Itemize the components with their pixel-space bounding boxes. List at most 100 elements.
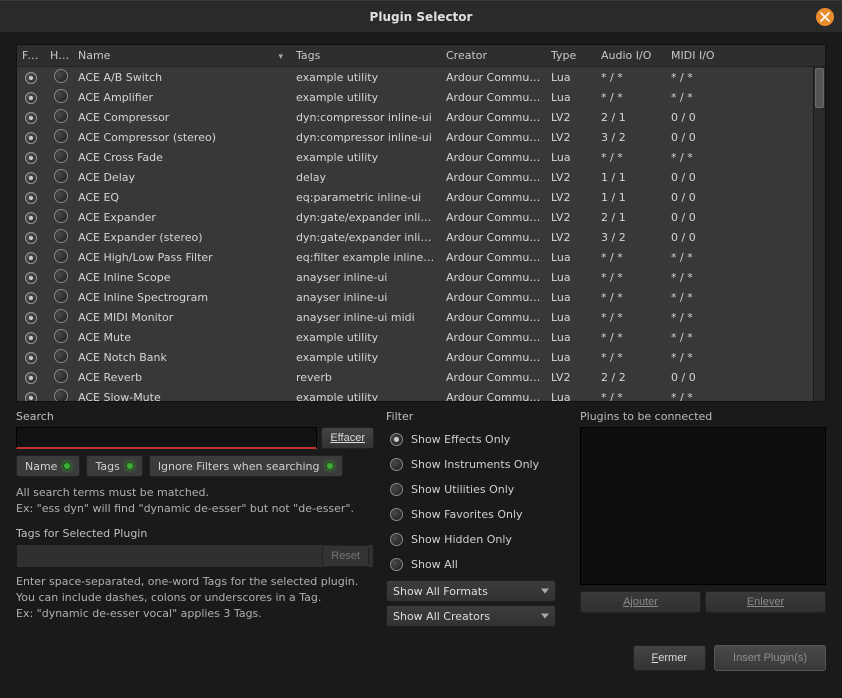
col-audio[interactable]: Audio I/O (596, 49, 666, 62)
col-name[interactable]: Name▾ (73, 49, 291, 62)
hide-radio[interactable] (54, 129, 68, 143)
cell-type: Lua (546, 251, 596, 264)
remove-button[interactable]: Enlever (705, 591, 826, 613)
fav-radio[interactable] (25, 372, 37, 384)
fav-radio[interactable] (25, 272, 37, 284)
insert-plugins-button[interactable]: Insert Plugin(s) (714, 645, 826, 671)
table-row[interactable]: ACE ReverbreverbArdour CommunityLV22 / 2… (17, 367, 813, 387)
col-fav[interactable]: Fav (17, 49, 45, 62)
hide-radio[interactable] (54, 89, 68, 103)
fav-radio[interactable] (25, 92, 37, 104)
fav-radio[interactable] (25, 352, 37, 364)
filter-hidden[interactable]: Show Hidden Only (386, 527, 568, 552)
table-row[interactable]: ACE Notch Bankexample utilityArdour Comm… (17, 347, 813, 367)
hide-radio[interactable] (54, 169, 68, 183)
table-row[interactable]: ACE Slow-Muteexample utilityArdour Commu… (17, 387, 813, 401)
scrollbar-thumb[interactable] (815, 68, 824, 108)
radio-icon (390, 483, 403, 496)
table-row[interactable]: ACE MIDI Monitoranayser inline-ui midiAr… (17, 307, 813, 327)
cell-type: Lua (546, 311, 596, 324)
filter-effects[interactable]: Show Effects Only (386, 427, 568, 452)
led-icon (326, 462, 334, 470)
cell-creator: Ardour Community (441, 251, 546, 264)
radio-icon (390, 458, 403, 471)
tags-panel-label: Tags for Selected Plugin (16, 527, 374, 540)
vertical-scrollbar[interactable] (813, 67, 825, 401)
fav-radio[interactable] (25, 332, 37, 344)
hide-radio[interactable] (54, 149, 68, 163)
fav-radio[interactable] (25, 232, 37, 244)
col-tags[interactable]: Tags (291, 49, 441, 62)
hide-radio[interactable] (54, 269, 68, 283)
hide-radio[interactable] (54, 289, 68, 303)
fav-radio[interactable] (25, 252, 37, 264)
hide-radio[interactable] (54, 249, 68, 263)
table-row[interactable]: ACE High/Low Pass Filtereq:filter exampl… (17, 247, 813, 267)
cell-midi: * / * (666, 291, 813, 304)
hide-radio[interactable] (54, 109, 68, 123)
filter-favorites[interactable]: Show Favorites Only (386, 502, 568, 527)
hide-radio[interactable] (54, 189, 68, 203)
clear-search-button[interactable]: Effacer (321, 427, 374, 449)
combo-formats[interactable]: Show All Formats (386, 580, 556, 602)
cell-midi: * / * (666, 151, 813, 164)
col-creator[interactable]: Creator (441, 49, 546, 62)
col-hide[interactable]: Hide (45, 49, 73, 62)
hide-radio[interactable] (54, 349, 68, 363)
fav-radio[interactable] (25, 312, 37, 324)
table-row[interactable]: ACE Amplifierexample utilityArdour Commu… (17, 87, 813, 107)
toggle-ignore-filters[interactable]: Ignore Filters when searching (149, 455, 343, 477)
col-type[interactable]: Type (546, 49, 596, 62)
hide-radio[interactable] (54, 69, 68, 83)
filter-instruments[interactable]: Show Instruments Only (386, 452, 568, 477)
hide-radio[interactable] (54, 229, 68, 243)
reset-tags-button[interactable]: Reset (322, 545, 369, 567)
table-row[interactable]: ACE Inline Spectrogramanayser inline-uiA… (17, 287, 813, 307)
col-midi[interactable]: MIDI I/O (666, 49, 813, 62)
hide-radio[interactable] (54, 309, 68, 323)
hide-radio[interactable] (54, 329, 68, 343)
hide-radio[interactable] (54, 209, 68, 223)
fav-radio[interactable] (25, 292, 37, 304)
search-input[interactable] (16, 427, 317, 449)
filter-all[interactable]: Show All (386, 552, 568, 577)
cell-audio: 3 / 2 (596, 231, 666, 244)
toggle-search-tags[interactable]: Tags (86, 455, 142, 477)
table-row[interactable]: ACE Expander (stereo)dyn:gate/expander i… (17, 227, 813, 247)
cell-tags: anayser inline-ui (291, 271, 441, 284)
fav-radio[interactable] (25, 212, 37, 224)
fav-radio[interactable] (25, 112, 37, 124)
tags-input-box[interactable]: Reset (16, 544, 374, 568)
add-button[interactable]: Ajouter (580, 591, 701, 613)
hide-radio[interactable] (54, 369, 68, 383)
fav-radio[interactable] (25, 72, 37, 84)
fav-radio[interactable] (25, 192, 37, 204)
fav-radio[interactable] (25, 172, 37, 184)
fav-radio[interactable] (25, 152, 37, 164)
cell-type: Lua (546, 91, 596, 104)
combo-creators[interactable]: Show All Creators (386, 605, 556, 627)
table-row[interactable]: ACE Expanderdyn:gate/expander inline-uiA… (17, 207, 813, 227)
table-row[interactable]: ACE A/B Switchexample utilityArdour Comm… (17, 67, 813, 87)
table-row[interactable]: ACE DelaydelayArdour CommunityLV21 / 10 … (17, 167, 813, 187)
table-row[interactable]: ACE Cross Fadeexample utilityArdour Comm… (17, 147, 813, 167)
fav-radio[interactable] (25, 392, 37, 402)
table-row[interactable]: ACE Compressordyn:compressor inline-uiAr… (17, 107, 813, 127)
filter-utilities[interactable]: Show Utilities Only (386, 477, 568, 502)
close-button[interactable] (816, 8, 834, 26)
cell-midi: * / * (666, 391, 813, 402)
col-name-label: Name (78, 49, 110, 62)
table-row[interactable]: ACE EQeq:parametric inline-uiArdour Comm… (17, 187, 813, 207)
led-icon (126, 462, 134, 470)
table-row[interactable]: ACE Compressor (stereo)dyn:compressor in… (17, 127, 813, 147)
cell-tags: dyn:compressor inline-ui (291, 131, 441, 144)
cell-midi: 0 / 0 (666, 371, 813, 384)
connect-list[interactable] (580, 427, 826, 585)
fav-radio[interactable] (25, 132, 37, 144)
cell-midi: * / * (666, 71, 813, 84)
table-row[interactable]: ACE Inline Scopeanayser inline-uiArdour … (17, 267, 813, 287)
hide-radio[interactable] (54, 389, 68, 402)
toggle-search-name[interactable]: Name (16, 455, 80, 477)
close-dialog-button[interactable]: Fermer (633, 645, 706, 671)
table-row[interactable]: ACE Muteexample utilityArdour CommunityL… (17, 327, 813, 347)
